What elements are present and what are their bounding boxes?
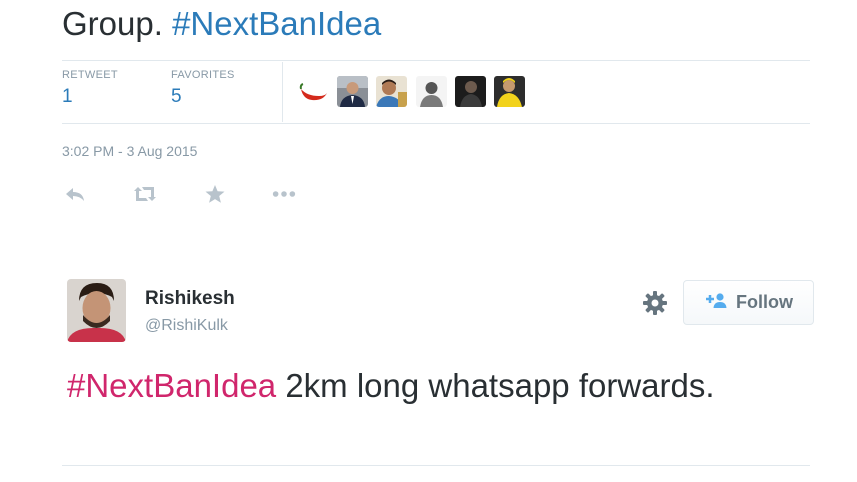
tweet-text-prefix: Group. [62, 5, 163, 42]
tweet-text: Group. #NextBanIdea [62, 2, 381, 46]
retweet-label: RETWEET [62, 69, 118, 81]
favorite-icon[interactable] [202, 182, 228, 206]
reply-icon[interactable] [62, 182, 88, 206]
favoriter-avatar[interactable] [494, 76, 525, 107]
user-handle[interactable]: @RishiKulk [145, 317, 228, 335]
divider [62, 123, 810, 124]
hashtag-link[interactable]: #NextBanIdea [172, 5, 381, 42]
avatar[interactable] [67, 279, 126, 342]
follow-button[interactable]: Follow [683, 280, 814, 325]
retweet-stat[interactable]: RETWEET 1 [62, 69, 118, 108]
divider [62, 60, 810, 61]
follow-label: Follow [736, 292, 793, 312]
retweet-icon[interactable] [132, 182, 158, 206]
divider [62, 465, 810, 466]
display-name[interactable]: Rishikesh [145, 288, 235, 310]
gear-icon[interactable] [642, 290, 668, 316]
more-icon[interactable] [271, 182, 297, 206]
favorites-label: FAVORITES [171, 69, 235, 81]
stats-separator [282, 62, 283, 122]
hashtag-link[interactable]: #NextBanIdea [67, 367, 276, 404]
tweet-timestamp[interactable]: 3:02 PM - 3 Aug 2015 [62, 143, 197, 159]
favoriter-avatar[interactable] [337, 76, 368, 107]
tweet-text-body: 2km long whatsapp forwards. [285, 367, 715, 404]
add-user-icon [704, 292, 728, 313]
favoriter-avatar[interactable] [376, 76, 407, 107]
favoriter-avatar[interactable] [455, 76, 486, 107]
favoriter-avatar[interactable] [416, 76, 447, 107]
favorites-stat[interactable]: FAVORITES 5 [171, 69, 235, 108]
favorites-count: 5 [171, 86, 182, 107]
tweet-text: #NextBanIdea 2km long whatsapp forwards. [67, 362, 767, 409]
favoriter-avatar[interactable] [297, 76, 328, 107]
retweet-count: 1 [62, 86, 73, 107]
